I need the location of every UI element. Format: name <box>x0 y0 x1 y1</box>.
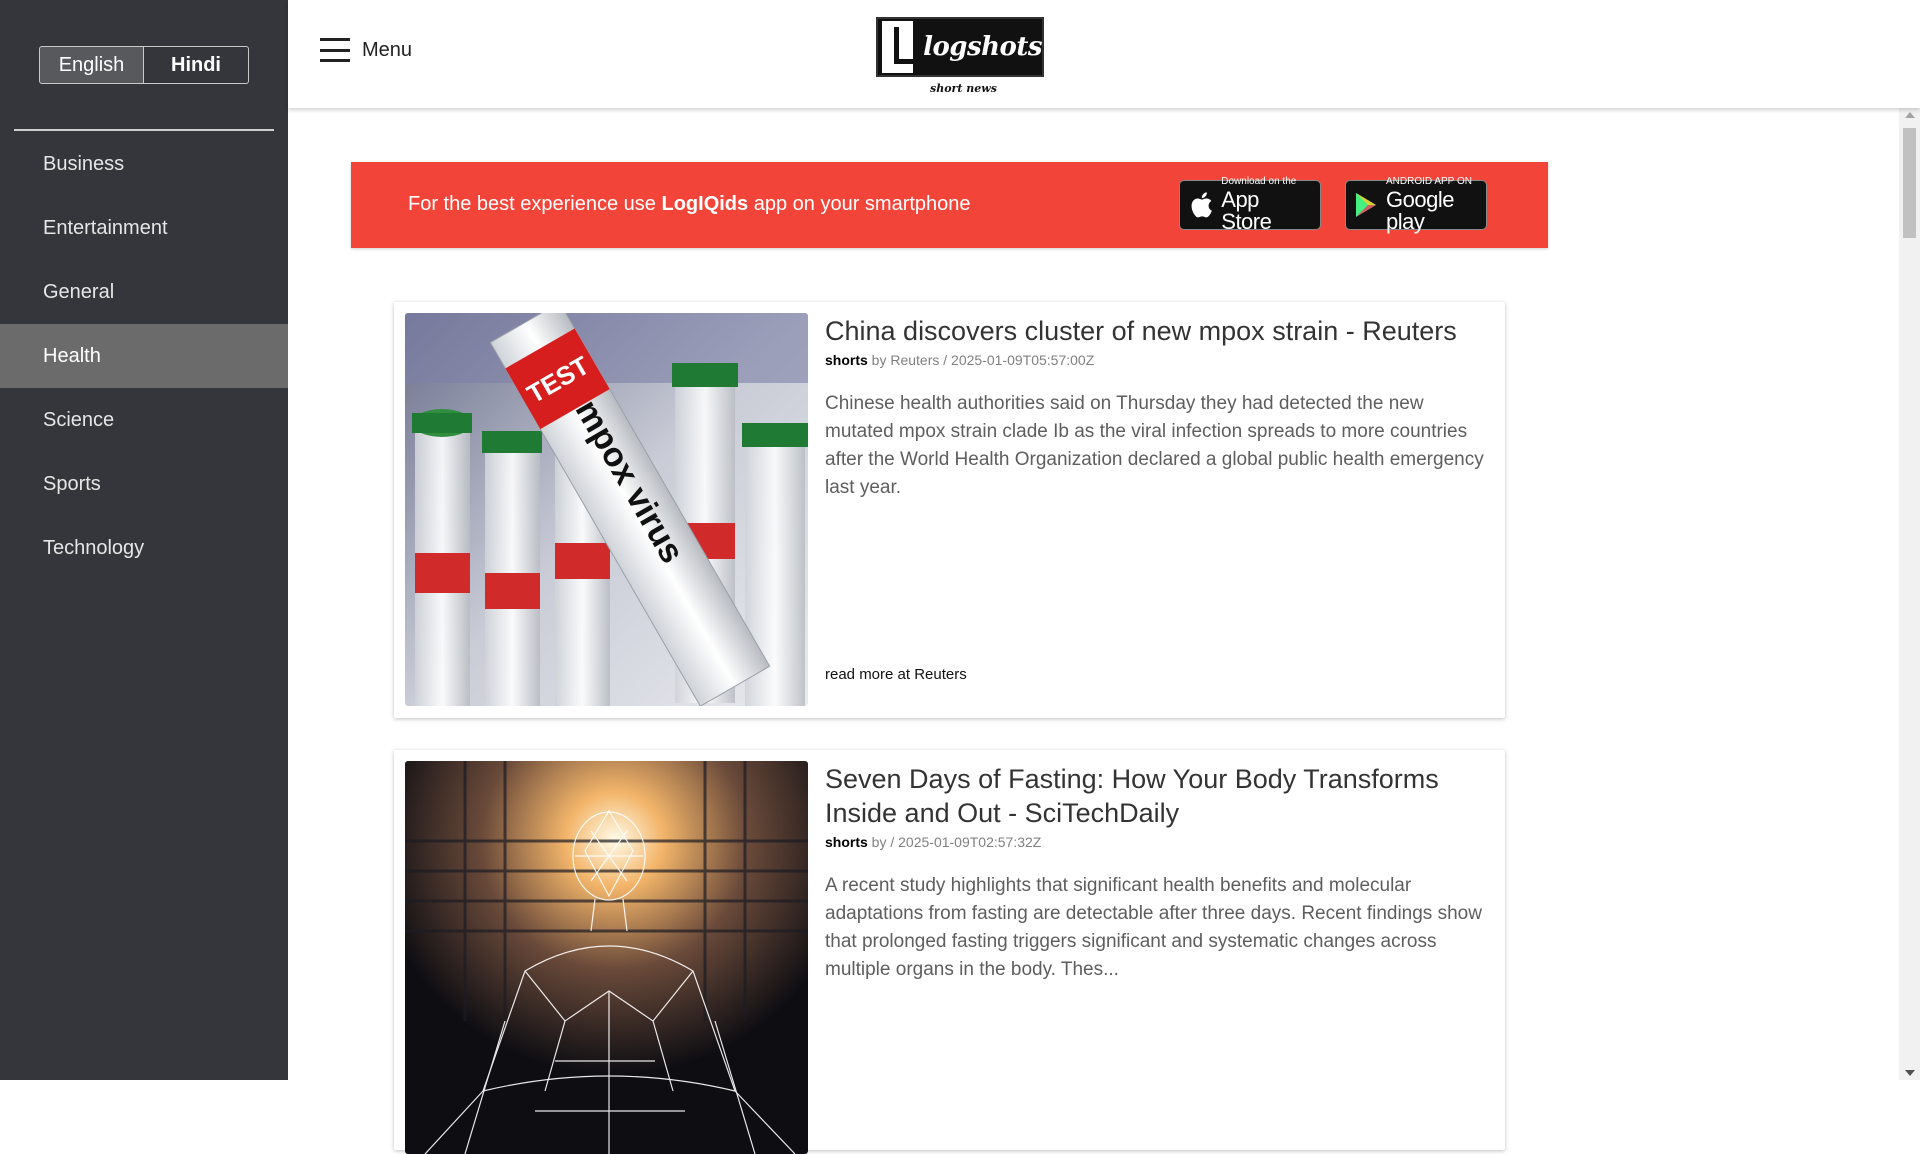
hamburger-icon <box>320 38 350 62</box>
site-logo[interactable]: logshots <box>876 17 1044 77</box>
language-toggle: English Hindi <box>39 46 249 84</box>
page-scrollbar[interactable] <box>1899 108 1920 1080</box>
article-meta: shorts by / 2025-01-09T02:57:32Z <box>825 834 1485 850</box>
sidebar-item-general[interactable]: General <box>0 260 288 324</box>
category-nav: Business Entertainment General Health Sc… <box>0 132 288 580</box>
banner-text-after: app on your smartphone <box>748 193 971 215</box>
banner-app-name: LogIQids <box>661 193 749 215</box>
article-image-fasting[interactable] <box>405 761 808 1154</box>
app-store-small-text: Download on the <box>1221 176 1297 187</box>
sidebar-item-health[interactable]: Health <box>0 324 288 388</box>
sidebar-item-business[interactable]: Business <box>0 132 288 196</box>
menu-button[interactable]: Menu <box>320 38 412 62</box>
apple-icon <box>1188 190 1213 220</box>
article-meta-prefix: shorts <box>825 834 868 850</box>
sidebar-item-entertainment[interactable]: Entertainment <box>0 196 288 260</box>
google-play-icon <box>1354 190 1378 220</box>
logo-text: logshots <box>923 32 1042 62</box>
google-play-small-text: ANDROID APP ON <box>1386 176 1472 187</box>
article-meta-rest: by / 2025-01-09T02:57:32Z <box>867 834 1042 850</box>
scroll-thumb[interactable] <box>1903 128 1916 238</box>
read-more-link[interactable]: read more at Reuters <box>825 666 967 683</box>
scroll-down-arrow-icon[interactable] <box>1905 1070 1915 1076</box>
google-play-button[interactable]: ANDROID APP ON Google play <box>1345 176 1487 234</box>
app-promo-banner: For the best experience use LogIQids app… <box>351 162 1548 248</box>
language-hindi-button[interactable]: Hindi <box>144 46 249 84</box>
article-image-mpox[interactable]: TEST mpox virus <box>405 313 808 706</box>
banner-text: For the best experience use LogIQids app… <box>408 193 971 216</box>
google-play-big-text: Google play <box>1386 187 1454 234</box>
article-description: A recent study highlights that significa… <box>825 875 1482 980</box>
article-body: Seven Days of Fasting: How Your Body Tra… <box>825 762 1485 984</box>
sidebar-item-science[interactable]: Science <box>0 388 288 452</box>
article-meta-rest: by Reuters / 2025-01-09T05:57:00Z <box>867 352 1095 368</box>
sidebar: English Hindi Business Entertainment Gen… <box>0 0 288 1080</box>
sidebar-item-sports[interactable]: Sports <box>0 452 288 516</box>
news-card[interactable]: TEST mpox virus China discovers cluster … <box>394 302 1505 718</box>
news-card[interactable]: Seven Days of Fasting: How Your Body Tra… <box>394 750 1505 1154</box>
article-meta-prefix: shorts <box>825 352 868 368</box>
top-header: Menu logshots short news <box>288 0 1920 108</box>
article-description: Chinese health authorities said on Thurs… <box>825 393 1484 498</box>
banner-text-before: For the best experience use <box>408 193 662 215</box>
app-store-big-text: App Store <box>1221 187 1272 234</box>
logo-tagline: short news <box>930 82 997 95</box>
app-store-button[interactable]: Download on the App Store <box>1179 176 1321 234</box>
scroll-up-arrow-icon[interactable] <box>1905 112 1915 118</box>
sidebar-item-technology[interactable]: Technology <box>0 516 288 580</box>
menu-label: Menu <box>362 38 413 61</box>
sidebar-divider <box>14 129 274 131</box>
article-title[interactable]: China discovers cluster of new mpox stra… <box>825 314 1485 348</box>
article-meta: shorts by Reuters / 2025-01-09T05:57:00Z <box>825 352 1485 368</box>
article-body: China discovers cluster of new mpox stra… <box>825 314 1485 502</box>
language-english-button[interactable]: English <box>39 46 144 84</box>
article-title[interactable]: Seven Days of Fasting: How Your Body Tra… <box>825 762 1485 830</box>
logo-mark-icon <box>882 21 924 73</box>
